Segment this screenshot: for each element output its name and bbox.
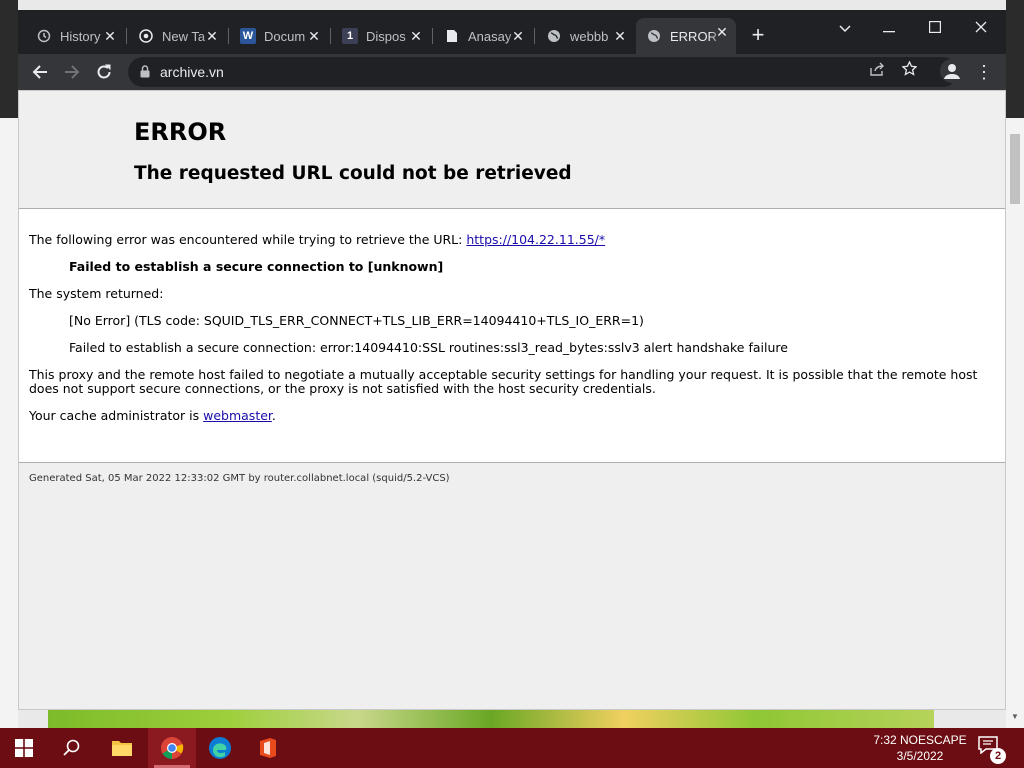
file-explorer-button[interactable] <box>98 728 146 768</box>
desktop-wallpaper <box>48 710 934 728</box>
page-subtitle: The requested URL could not be retrieved <box>134 163 572 184</box>
ssl-error-text: Failed to establish a secure connection:… <box>69 340 788 355</box>
minimize-button[interactable] <box>866 14 912 44</box>
tab-separator <box>126 28 127 44</box>
close-tab-icon[interactable]: ✕ <box>408 28 424 44</box>
tab-separator <box>432 28 433 44</box>
browser-toolbar: archive.vn ⋮ <box>18 54 1006 90</box>
close-tab-icon[interactable]: ✕ <box>612 28 628 44</box>
edge-button[interactable] <box>196 728 244 768</box>
system-returned-label: The system returned: <box>29 286 164 301</box>
error-body: The following error was encountered whil… <box>29 233 989 436</box>
search-icon <box>63 739 80 756</box>
share-icon[interactable] <box>866 61 888 83</box>
background-window-edge <box>0 0 18 118</box>
office-button[interactable] <box>244 728 292 768</box>
tab-dispos[interactable]: 1 Dispos ✕ <box>332 22 430 50</box>
tab-anasay[interactable]: Anasay ✕ <box>434 22 532 50</box>
requested-url-link[interactable]: https://104.22.11.55/* <box>466 232 605 247</box>
tls-code-text: [No Error] (TLS code: SQUID_TLS_ERR_CONN… <box>69 313 644 328</box>
page-content: ERROR The requested URL could not be ret… <box>18 90 1006 710</box>
admin-text: Your cache administrator is <box>29 408 204 423</box>
close-window-button[interactable] <box>958 14 1004 44</box>
globe-icon <box>646 28 662 44</box>
reload-icon <box>97 64 111 79</box>
tab-error[interactable]: ERROR ✕ <box>636 18 736 54</box>
admin-suffix: . <box>271 408 276 423</box>
tab-search-button[interactable] <box>822 14 868 44</box>
history-icon <box>36 28 52 44</box>
tab-strip: History ✕ New Ta ✕ W Docum ✕ 1 Dispos ✕ <box>18 10 1006 54</box>
admin-paragraph: Your cache administrator is webmaster. <box>29 409 989 423</box>
back-arrow-icon <box>32 65 47 79</box>
chevron-down-icon <box>839 25 851 33</box>
close-icon <box>975 21 987 33</box>
back-button[interactable] <box>26 58 54 86</box>
clock-time: 7:32 NOESCAPE <box>873 733 967 747</box>
scroll-down-arrow-icon: ▼ <box>1011 712 1019 721</box>
close-tab-icon[interactable]: ✕ <box>306 28 322 44</box>
error-header: ERROR The requested URL could not be ret… <box>19 91 1005 209</box>
background-scrollbar-thumb <box>1010 134 1020 204</box>
lock-icon[interactable] <box>140 65 150 78</box>
chrome-icon <box>161 737 184 759</box>
webmaster-link[interactable]: webmaster <box>203 408 272 423</box>
document-icon <box>444 28 460 44</box>
notification-count-badge: 2 <box>990 748 1006 764</box>
start-button[interactable] <box>0 728 48 768</box>
url-text: archive.vn <box>160 64 224 80</box>
edge-icon <box>209 737 231 759</box>
profile-avatar-icon[interactable] <box>940 59 964 83</box>
globe-icon <box>546 28 562 44</box>
windows-logo-icon <box>15 739 33 757</box>
close-tab-icon[interactable]: ✕ <box>102 28 118 44</box>
reload-button[interactable] <box>90 58 118 86</box>
failure-message: Failed to establish a secure connection … <box>69 259 444 274</box>
search-button[interactable] <box>48 728 96 768</box>
intro-text: The following error was encountered whil… <box>29 232 467 247</box>
close-tab-icon[interactable]: ✕ <box>510 28 526 44</box>
tab-webbb[interactable]: webbb ✕ <box>536 22 634 50</box>
browser-window: History ✕ New Ta ✕ W Docum ✕ 1 Dispos ✕ <box>18 10 1006 710</box>
explanation-paragraph: This proxy and the remote host failed to… <box>29 367 978 396</box>
generated-footer-text: Generated Sat, 05 Mar 2022 12:33:02 GMT … <box>29 473 450 484</box>
tab-separator <box>534 28 535 44</box>
bookmark-star-icon[interactable] <box>898 60 920 83</box>
new-tab-button[interactable]: + <box>746 24 770 48</box>
word-icon: W <box>240 28 256 44</box>
tab-document[interactable]: W Docum ✕ <box>230 22 328 50</box>
folder-icon <box>112 741 132 756</box>
error-footer: Generated Sat, 05 Mar 2022 12:33:02 GMT … <box>19 462 1005 709</box>
close-tab-icon[interactable]: ✕ <box>204 28 220 44</box>
forward-arrow-icon <box>65 65 80 79</box>
chrome-taskbar-button[interactable] <box>148 728 196 768</box>
number-one-icon: 1 <box>342 28 358 44</box>
browser-menu-icon[interactable]: ⋮ <box>974 58 994 86</box>
background-window-edge-right <box>1006 0 1024 118</box>
intro-paragraph: The following error was encountered whil… <box>29 233 989 247</box>
minimize-icon <box>883 31 895 33</box>
tab-history[interactable]: History ✕ <box>26 22 124 50</box>
taskbar: 7:32 NOESCAPE 3/5/2022 2 <box>0 728 1024 768</box>
tab-separator <box>330 28 331 44</box>
page-title: ERROR <box>134 118 227 146</box>
office-icon <box>260 738 276 758</box>
chrome-icon <box>138 28 154 44</box>
close-tab-icon[interactable]: ✕ <box>714 24 730 40</box>
tab-separator <box>228 28 229 44</box>
forward-button[interactable] <box>58 58 86 86</box>
maximize-button[interactable] <box>912 14 958 44</box>
tab-new-tab[interactable]: New Ta ✕ <box>128 22 226 50</box>
address-bar[interactable]: archive.vn <box>128 57 958 87</box>
system-clock[interactable]: 7:32 NOESCAPE 3/5/2022 <box>870 732 970 764</box>
maximize-icon <box>929 21 942 34</box>
clock-date: 3/5/2022 <box>896 749 944 763</box>
